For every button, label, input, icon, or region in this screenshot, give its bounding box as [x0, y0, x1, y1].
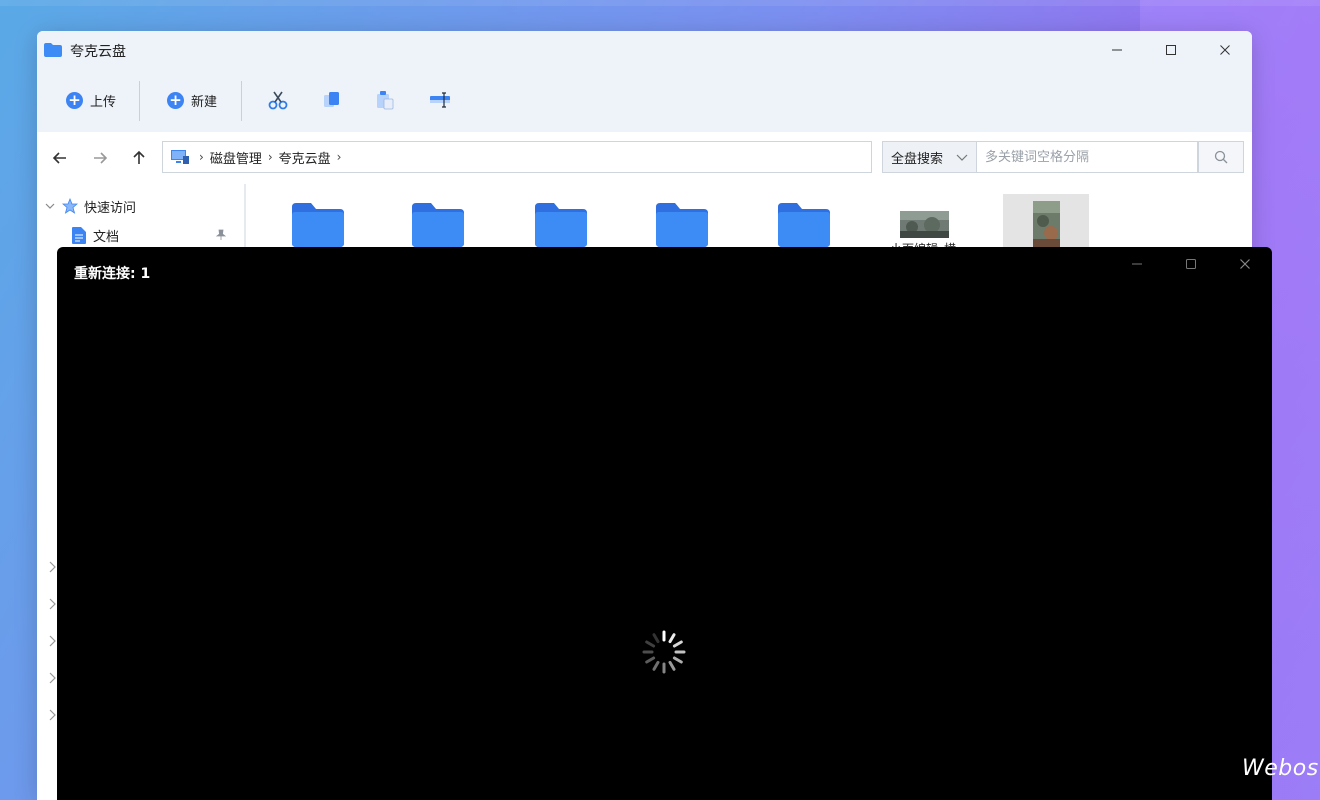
- search-button[interactable]: [1198, 141, 1244, 173]
- plus-icon: +: [167, 91, 184, 109]
- star-icon: [62, 198, 78, 214]
- copy-icon[interactable]: [321, 89, 343, 111]
- close-button[interactable]: [1205, 37, 1245, 63]
- desktop-top-edge: [0, 0, 1320, 6]
- arrow-left-icon: [52, 152, 66, 164]
- minimize-button[interactable]: [1097, 37, 1137, 63]
- title-bar: 夸克云盘: [37, 31, 1252, 67]
- minimize-icon: [1112, 49, 1122, 51]
- search-scope-select[interactable]: 全盘搜索: [882, 141, 977, 173]
- chevron-right-icon: ›: [199, 150, 204, 164]
- upload-button[interactable]: + 上传: [66, 77, 116, 123]
- arrow-right-icon: [94, 152, 108, 164]
- document-icon: [72, 226, 86, 244]
- back-button[interactable]: [48, 146, 72, 170]
- upload-label: 上传: [90, 94, 117, 110]
- folder-icon[interactable]: [535, 203, 587, 247]
- cut-icon[interactable]: [267, 89, 289, 111]
- window-title: 夸克云盘: [70, 44, 126, 60]
- remote-close-button[interactable]: [1225, 251, 1265, 277]
- search-icon: [1214, 150, 1228, 164]
- folder-icon: [44, 43, 62, 57]
- sidebar-item-label: 快速访问: [84, 200, 137, 216]
- search-scope-label: 全盘搜索: [891, 151, 944, 167]
- window-header: 夸克云盘 + 上传 + 新建: [37, 31, 1252, 132]
- forward-button[interactable]: [88, 146, 112, 170]
- image-preview: [1033, 201, 1060, 248]
- paste-icon[interactable]: [374, 89, 396, 111]
- chevron-right-icon: ›: [336, 150, 342, 164]
- toolbar-separator: [241, 81, 242, 121]
- address-bar[interactable]: › 磁盘管理 › 夸克云盘 ›: [162, 141, 872, 173]
- toolbar-separator: [139, 81, 140, 121]
- chevron-down-icon: [45, 203, 55, 209]
- maximize-icon: [1186, 259, 1196, 269]
- close-icon: [1220, 45, 1230, 55]
- remote-minimize-button[interactable]: [1117, 251, 1157, 277]
- folder-icon[interactable]: [412, 203, 464, 247]
- remote-session-window: 重新连接: 1: [57, 247, 1272, 800]
- up-button[interactable]: [127, 146, 151, 170]
- chevron-right-icon: ›: [267, 150, 273, 164]
- chevron-down-icon: [956, 154, 968, 161]
- sidebar-item-quick-access[interactable]: 快速访问: [37, 192, 245, 220]
- sidebar-item-documents[interactable]: 文档: [37, 221, 237, 249]
- image-thumbnail[interactable]: [1003, 194, 1089, 248]
- reconnect-status: 重新连接: 1: [74, 266, 151, 282]
- arrow-up-icon: [133, 150, 145, 164]
- maximize-button[interactable]: [1151, 37, 1191, 63]
- plus-icon: +: [66, 91, 83, 109]
- remote-maximize-button[interactable]: [1171, 251, 1211, 277]
- rename-icon[interactable]: [429, 89, 451, 111]
- video-thumbnail[interactable]: [900, 211, 949, 238]
- pin-icon[interactable]: [215, 229, 227, 241]
- sidebar-item-label: 文档: [93, 229, 120, 245]
- computer-icon: [171, 150, 189, 164]
- loading-spinner-icon: [642, 630, 686, 674]
- brand-logo: Webos: [1242, 756, 1319, 781]
- folder-icon[interactable]: [778, 203, 830, 247]
- new-label: 新建: [191, 94, 218, 110]
- breadcrumb-quark-drive[interactable]: 夸克云盘: [279, 148, 331, 167]
- new-button[interactable]: + 新建: [167, 77, 217, 123]
- close-icon: [1240, 259, 1250, 269]
- maximize-icon: [1166, 45, 1176, 55]
- search-input[interactable]: [976, 141, 1198, 173]
- folder-icon[interactable]: [292, 203, 344, 247]
- folder-icon[interactable]: [656, 203, 708, 247]
- breadcrumb-disk-management[interactable]: 磁盘管理: [210, 148, 262, 167]
- minimize-icon: [1132, 263, 1142, 265]
- toolbar: + 上传 + 新建: [37, 77, 1252, 123]
